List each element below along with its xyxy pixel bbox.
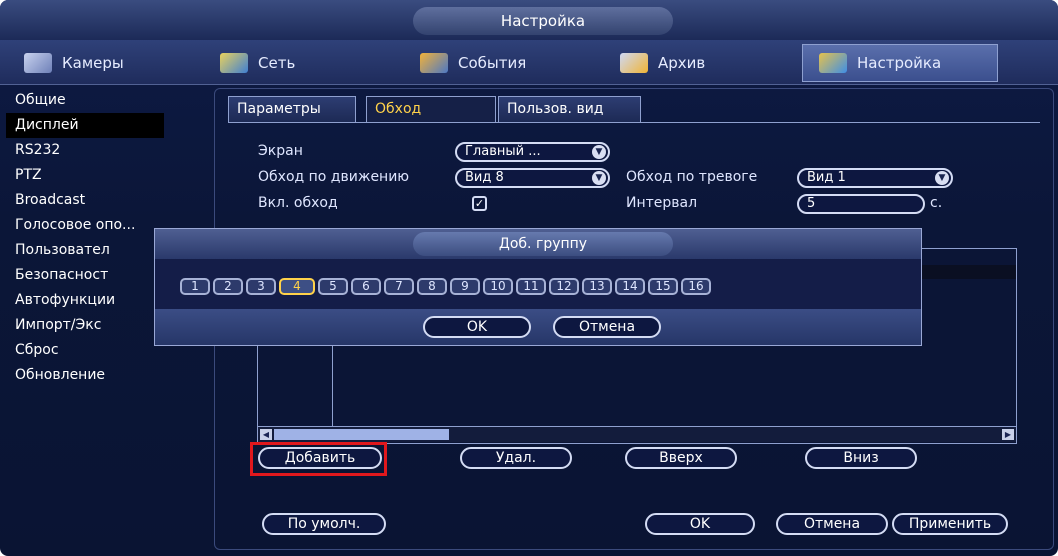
tab-network-label: Сеть [258, 54, 296, 72]
tab-settings[interactable]: Настройка [802, 44, 998, 82]
move-up-button[interactable]: Вверх [625, 447, 737, 469]
tab-cameras[interactable]: Камеры [8, 44, 198, 82]
add-button-highlight [250, 442, 387, 476]
sidebar-item-import-export[interactable]: Импорт/Экс [6, 313, 164, 338]
interval-label: Интервал [626, 195, 698, 211]
channel-10[interactable]: 10 [483, 278, 513, 295]
channel-6[interactable]: 6 [351, 278, 381, 295]
alarm-tour-label: Обход по тревоге [626, 169, 758, 185]
sidebar-item-rs232[interactable]: RS232 [6, 138, 164, 163]
apply-button[interactable]: Применить [892, 513, 1008, 535]
network-icon [220, 53, 248, 73]
channel-4[interactable]: 4 [279, 278, 315, 295]
sidebar-item-users[interactable]: Пользовател [6, 238, 164, 263]
motion-tour-value: Вид 8 [465, 170, 504, 185]
tab-events[interactable]: События [404, 44, 599, 82]
tab-settings-label: Настройка [857, 54, 942, 72]
sidebar-item-update[interactable]: Обновление [6, 363, 164, 388]
dialog-title-bar: Доб. группу [155, 229, 921, 259]
channel-8[interactable]: 8 [417, 278, 447, 295]
channel-9[interactable]: 9 [450, 278, 480, 295]
channel-3[interactable]: 3 [246, 278, 276, 295]
subtab-parameters[interactable]: Параметры [228, 96, 356, 123]
dialog-ok-button[interactable]: OK [423, 316, 531, 338]
tab-events-label: События [458, 54, 527, 72]
move-down-button[interactable]: Вниз [805, 447, 917, 469]
default-button[interactable]: По умолч. [262, 513, 386, 535]
interval-input[interactable]: 5 [797, 194, 925, 214]
tab-archive-label: Архив [658, 54, 706, 72]
motion-tour-label: Обход по движению [258, 169, 410, 185]
channel-1[interactable]: 1 [180, 278, 210, 295]
settings-icon [819, 53, 847, 73]
title-bar: Настройка [0, 0, 1058, 40]
tab-archive[interactable]: Архив [604, 44, 799, 82]
events-icon [420, 53, 448, 73]
channel-15[interactable]: 15 [648, 278, 678, 295]
scroll-thumb[interactable] [274, 429, 449, 440]
motion-tour-select[interactable]: Вид 8 ▼ [455, 168, 610, 188]
scroll-right-icon[interactable]: ▶ [1002, 429, 1014, 440]
sidebar-item-general[interactable]: Общие [6, 88, 164, 113]
dialog-cancel-button[interactable]: Отмена [553, 316, 661, 338]
camera-icon [24, 53, 52, 73]
channel-5[interactable]: 5 [318, 278, 348, 295]
tab-cameras-label: Камеры [62, 54, 124, 72]
delete-button[interactable]: Удал. [460, 447, 572, 469]
interval-value: 5 [807, 196, 816, 211]
chevron-down-icon: ▼ [592, 171, 606, 185]
chevron-down-icon: ▼ [935, 171, 949, 185]
screen-label: Экран [258, 143, 303, 159]
channel-7[interactable]: 7 [384, 278, 414, 295]
alarm-tour-value: Вид 1 [807, 170, 846, 185]
ok-button[interactable]: OK [645, 513, 755, 535]
dialog-footer: OK Отмена [155, 309, 921, 345]
main-tab-bar: Камеры Сеть События Архив Настройка [0, 40, 1058, 85]
sidebar-item-broadcast[interactable]: Broadcast [6, 188, 164, 213]
sidebar-item-security[interactable]: Безопасност [6, 263, 164, 288]
list-selected-row[interactable] [918, 265, 1016, 279]
tab-network[interactable]: Сеть [204, 44, 399, 82]
sidebar: Общие Дисплей RS232 PTZ Broadcast Голосо… [6, 88, 164, 548]
subtab-custom-view[interactable]: Пользов. вид [498, 96, 641, 123]
enable-tour-label: Вкл. обход [258, 195, 338, 211]
archive-icon [620, 53, 648, 73]
sidebar-item-ptz[interactable]: PTZ [6, 163, 164, 188]
sidebar-item-display[interactable]: Дисплей [6, 113, 164, 138]
window-title: Настройка [413, 7, 673, 35]
horizontal-scrollbar[interactable]: ◀ ▶ [258, 426, 1016, 442]
channel-12[interactable]: 12 [549, 278, 579, 295]
screen-select-value: Главный ... [465, 144, 541, 159]
interval-unit: с. [930, 195, 943, 211]
screen-select[interactable]: Главный ... ▼ [455, 142, 610, 162]
sidebar-item-reset[interactable]: Сброс [6, 338, 164, 363]
cancel-button[interactable]: Отмена [776, 513, 888, 535]
chevron-down-icon: ▼ [592, 145, 606, 159]
channel-2[interactable]: 2 [213, 278, 243, 295]
enable-tour-checkbox[interactable]: ✓ [472, 196, 487, 211]
sidebar-item-voice[interactable]: Голосовое опо... [6, 213, 164, 238]
subtab-tour[interactable]: Обход [366, 96, 496, 123]
channel-16[interactable]: 16 [681, 278, 711, 295]
settings-window: Настройка Камеры Сеть События Архив Наст… [0, 0, 1058, 556]
channel-14[interactable]: 14 [615, 278, 645, 295]
scroll-left-icon[interactable]: ◀ [260, 429, 272, 440]
dialog-title: Доб. группу [413, 232, 673, 256]
alarm-tour-select[interactable]: Вид 1 ▼ [797, 168, 953, 188]
channel-11[interactable]: 11 [516, 278, 546, 295]
subtab-divider [228, 122, 1040, 123]
channel-13[interactable]: 13 [582, 278, 612, 295]
sidebar-item-autofunctions[interactable]: Автофункции [6, 288, 164, 313]
